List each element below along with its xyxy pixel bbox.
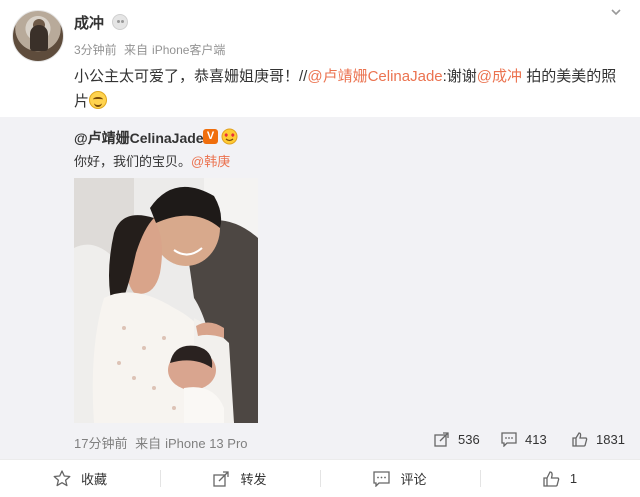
smile-emoji-icon [89, 91, 108, 109]
share-count: 536 [458, 432, 480, 447]
comment-count: 413 [525, 432, 547, 447]
mention-link-hangeng[interactable]: @韩庚 [191, 154, 230, 169]
heart-eyes-icon [221, 128, 238, 145]
repost-text: 你好，我们的宝贝。@韩庚 [74, 151, 230, 170]
repost-source-prefix: 来自 [135, 436, 162, 451]
mention-link-celina[interactable]: @卢靖姗CelinaJade [307, 68, 442, 85]
post-text-colon: :谢谢 [442, 68, 477, 85]
badge-icon [112, 14, 128, 30]
share-icon [434, 432, 449, 447]
repost-author[interactable]: @卢靖姗CelinaJade [74, 128, 204, 148]
favorite-label: 收藏 [80, 472, 107, 487]
post-meta: 3分钟前 来自 iPhone客户端 [74, 41, 229, 58]
repost-time[interactable]: 17分钟前 [74, 436, 127, 451]
post-text: 小公主太可爱了，恭喜姗姐庚哥！//@卢靖姗CelinaJade:谢谢@成冲 拍的… [74, 64, 630, 114]
star-icon [53, 470, 71, 487]
comment-icon [501, 432, 517, 447]
chevron-down-icon[interactable] [610, 6, 622, 18]
avatar[interactable] [12, 10, 64, 62]
like-count: 1831 [596, 432, 625, 447]
forward-label: 转发 [240, 472, 267, 487]
post-source: iPhone客户端 [152, 43, 226, 57]
comment-label: 评论 [400, 472, 427, 487]
verified-v-icon: V [203, 129, 218, 144]
comment-icon [373, 470, 391, 487]
forward-button[interactable]: 转发 [160, 460, 320, 497]
repost-comment-count[interactable]: 413 [501, 432, 547, 447]
repost-source: iPhone 13 Pro [165, 436, 248, 451]
mention-link-chengchong[interactable]: @成冲 [477, 68, 522, 85]
share-icon [213, 470, 230, 487]
post-time[interactable]: 3分钟前 [74, 43, 117, 57]
like-button[interactable]: 1 [480, 460, 640, 497]
post-photo[interactable] [74, 178, 258, 423]
like-icon [543, 470, 560, 487]
like-icon [572, 432, 588, 447]
repost-share-count[interactable]: 536 [434, 432, 480, 447]
like-action-count: 1 [569, 471, 578, 486]
weibo-post: 成冲 3分钟前 来自 iPhone客户端 小公主太可爱了，恭喜姗姐庚哥！//@卢靖… [0, 0, 640, 497]
author-name[interactable]: 成冲 [74, 12, 104, 33]
action-bar: 收藏 转发 评论 1 [0, 460, 640, 497]
post-text-main: 小公主太可爱了，恭喜姗姐庚哥！// [74, 68, 308, 85]
repost-text-body: 你好，我们的宝贝。 [74, 154, 192, 169]
repost-like-count[interactable]: 1831 [572, 432, 625, 447]
repost-meta: 17分钟前 来自 iPhone 13 Pro [74, 433, 252, 452]
comment-button[interactable]: 评论 [320, 460, 480, 497]
favorite-button[interactable]: 收藏 [0, 460, 160, 497]
avatar-figure [30, 25, 48, 51]
post-source-prefix: 来自 [124, 43, 149, 57]
